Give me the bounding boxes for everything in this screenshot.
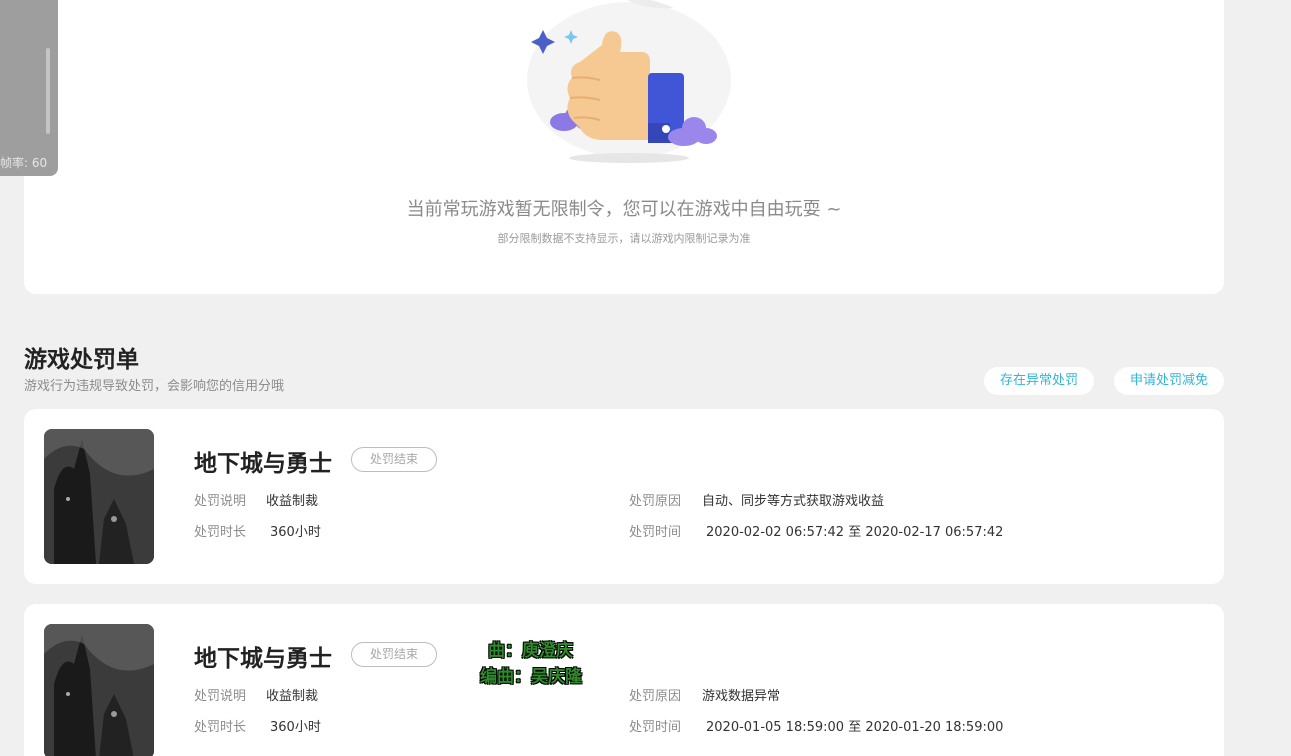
empty-state-subtitle: 部分限制数据不支持显示，请以游戏内限制记录为准 [497,232,751,245]
reason-label: 处罚原因 [629,689,682,704]
penalty-card: 地下城与勇士 处罚结束 处罚说明 收益制裁 处罚时长 360小时 处罚原因 自动… [24,409,1224,584]
restriction-card: 当前常玩游戏暂无限制令，您可以在游戏中自由玩耍 ~ 部分限制数据不支持显示，请以… [24,0,1224,294]
overlay-credit-line: 编曲：吴庆隆 [480,667,582,687]
status-badge: 处罚结束 [351,447,437,472]
empty-state-title: 当前常玩游戏暂无限制令，您可以在游戏中自由玩耍 ~ [406,199,842,220]
time-value: 2020-01-05 18:59:00 至 2020-01-20 18:59:0… [706,720,1004,735]
appeal-reduction-button[interactable]: 申请处罚减免 [1114,367,1224,395]
status-badge: 处罚结束 [351,642,437,667]
game-thumbnail [44,429,154,564]
fps-widget: 帧率: 60 [0,0,58,176]
fps-label: 帧率: 60 [0,156,48,170]
desc-value: 收益制裁 [266,494,319,509]
reason-value: 自动、同步等方式获取游戏收益 [702,494,885,509]
reason-label: 处罚原因 [629,494,682,509]
time-value: 2020-02-02 06:57:42 至 2020-02-17 06:57:4… [706,525,1004,540]
duration-label: 处罚时长 [194,525,247,540]
desc-label: 处罚说明 [194,689,247,704]
abnormal-penalty-button[interactable]: 存在异常处罚 [984,367,1094,395]
duration-label: 处罚时长 [194,720,247,735]
desc-value: 收益制裁 [266,689,319,704]
desc-label: 处罚说明 [194,494,247,509]
fps-scroll-track[interactable] [46,48,50,134]
duration-value: 360小时 [270,720,321,735]
time-label: 处罚时间 [629,720,682,735]
game-thumbnail [44,624,154,756]
section-title: 游戏处罚单 [24,347,139,373]
thumbs-up-illustration [527,0,731,163]
penalty-card: 地下城与勇士 处罚结束 处罚说明 收益制裁 处罚时长 360小时 处罚原因 游戏… [24,604,1224,756]
duration-value: 360小时 [270,525,321,540]
time-label: 处罚时间 [629,525,682,540]
overlay-credit-line: 曲：庾澄庆 [488,641,573,661]
game-name: 地下城与勇士 [194,451,332,477]
reason-value: 游戏数据异常 [702,689,781,704]
section-subtitle: 游戏行为违规导致处罚，会影响您的信用分哦 [24,379,285,394]
game-name: 地下城与勇士 [194,646,332,672]
